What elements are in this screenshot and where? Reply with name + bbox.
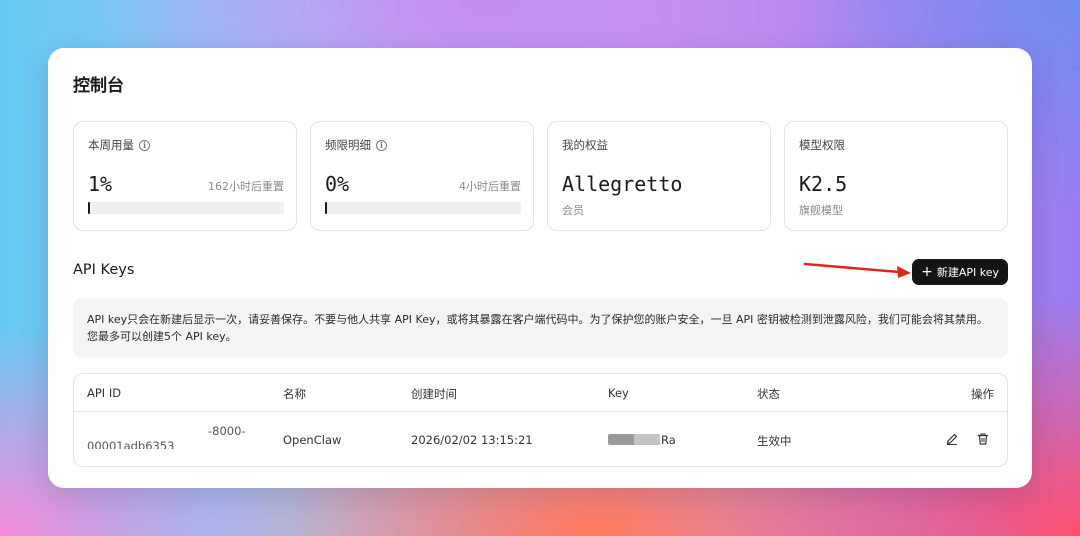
membership-label: 我的权益 bbox=[562, 138, 608, 152]
api-key-notice: API key只会在新建后显示一次，请妥善保存。不要与他人共享 API Key，… bbox=[73, 298, 1008, 358]
key-created-time: 2026/02/02 13:15:21 bbox=[411, 433, 533, 447]
weekly-usage-card: 本周用量 i 1% 162小时后重置 bbox=[73, 121, 297, 231]
col-status: 状态 bbox=[757, 387, 780, 401]
col-actions: 操作 bbox=[971, 387, 994, 401]
membership-card: 我的权益 Allegretto 会员 bbox=[547, 121, 771, 231]
weekly-usage-reset-note: 162小时后重置 bbox=[208, 180, 284, 193]
rate-limit-value: 0% bbox=[325, 172, 350, 196]
key-name: OpenClaw bbox=[283, 433, 342, 447]
col-key: Key bbox=[608, 386, 629, 400]
key-redacted-mask bbox=[634, 434, 660, 445]
table-header: API ID 名称 创建时间 Key 状态 操作 bbox=[74, 374, 1007, 412]
page-title: 控制台 bbox=[73, 76, 124, 96]
info-icon[interactable]: i bbox=[139, 139, 150, 151]
red-arrow-annotation bbox=[803, 262, 911, 278]
model-access-value: K2.5 bbox=[799, 172, 848, 196]
api-keys-table: API ID 名称 创建时间 Key 状态 操作 -8000- 00001adb… bbox=[73, 373, 1008, 467]
rate-limit-reset-note: 4小时后重置 bbox=[459, 180, 521, 193]
info-icon[interactable]: i bbox=[376, 139, 387, 151]
model-access-sub: 旗舰模型 bbox=[799, 204, 843, 217]
rate-limit-card: 频限明细 i 0% 4小时后重置 bbox=[310, 121, 534, 231]
key-status: 生效中 bbox=[757, 434, 792, 448]
new-api-key-button[interactable]: + 新建API key bbox=[912, 259, 1008, 285]
weekly-usage-label: 本周用量 bbox=[88, 138, 134, 152]
api-id-part1: -8000- bbox=[208, 424, 246, 438]
col-api-id: API ID bbox=[87, 386, 122, 400]
plus-icon: + bbox=[921, 264, 933, 280]
weekly-usage-value: 1% bbox=[88, 172, 113, 196]
model-access-card: 模型权限 K2.5 旗舰模型 bbox=[784, 121, 1008, 231]
weekly-usage-progress-fill bbox=[88, 202, 90, 214]
key-suffix: Ra bbox=[661, 433, 676, 447]
membership-value: Allegretto bbox=[562, 172, 683, 196]
trash-icon[interactable] bbox=[976, 432, 990, 446]
new-api-key-label: 新建API key bbox=[936, 266, 999, 279]
rate-limit-progress bbox=[325, 202, 521, 214]
rate-limit-progress-fill bbox=[325, 202, 327, 214]
console-card: 控制台 本周用量 i 1% 162小时后重置 频限明细 i 0% 4小时后重置 … bbox=[48, 48, 1032, 488]
api-id-part2: 00001adb6353 bbox=[87, 440, 175, 449]
membership-sub: 会员 bbox=[562, 204, 584, 217]
weekly-usage-progress bbox=[88, 202, 284, 214]
col-created: 创建时间 bbox=[411, 387, 457, 401]
api-keys-title: API Keys bbox=[73, 262, 135, 278]
edit-icon[interactable] bbox=[945, 432, 959, 446]
rate-limit-label: 频限明细 bbox=[325, 138, 371, 152]
model-access-label: 模型权限 bbox=[799, 138, 845, 152]
col-name: 名称 bbox=[283, 387, 306, 401]
